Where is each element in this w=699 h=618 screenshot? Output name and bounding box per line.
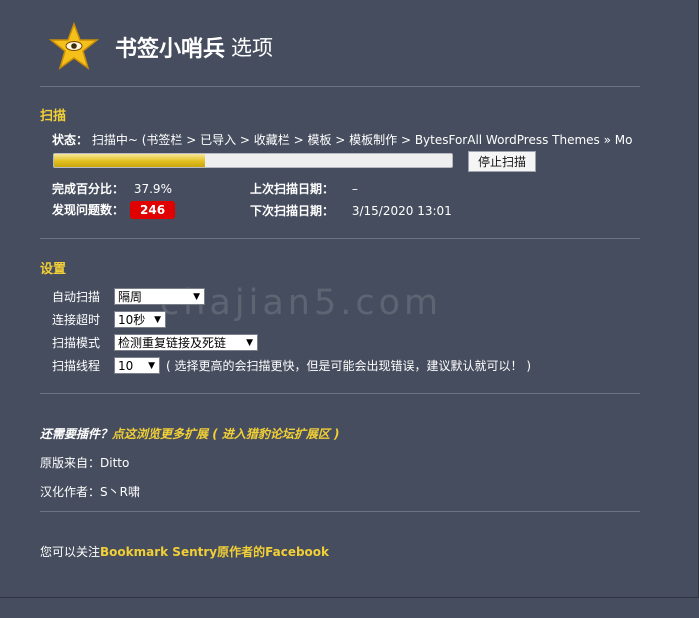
original-source: 原版来自：Ditto bbox=[40, 456, 130, 470]
issues-label: 发现问题数： bbox=[52, 203, 125, 217]
status-text: 扫描中~ (书签栏 > 已导入 > 收藏栏 > 模板 > 模板制作 > Byte… bbox=[91, 133, 632, 147]
page-title: 书签小哨兵 bbox=[115, 37, 226, 62]
auto-scan-value: 隔周 bbox=[118, 290, 143, 304]
divider bbox=[40, 238, 640, 239]
next-scan-row: 下次扫描日期： 3/15/2020 13:01 bbox=[250, 202, 452, 219]
threads-select[interactable]: 10 ▼ bbox=[114, 357, 160, 374]
dropdown-arrow-icon: ▼ bbox=[154, 314, 161, 325]
timeout-label: 连接超时 bbox=[52, 313, 101, 327]
scan-mode-label: 扫描模式 bbox=[52, 336, 101, 350]
follow-row: 您可以关注Bookmark Sentry原作者的Facebook bbox=[40, 543, 329, 560]
facebook-link[interactable]: Bookmark Sentry原作者的Facebook bbox=[100, 545, 329, 559]
stop-scan-button[interactable]: 停止扫描 bbox=[468, 151, 536, 172]
auto-scan-row: 自动扫描 隔周 ▼ bbox=[52, 288, 205, 305]
last-scan-label: 上次扫描日期： bbox=[250, 182, 335, 196]
page-subtitle: 选项 bbox=[231, 36, 274, 60]
scan-progress-bar bbox=[53, 153, 453, 168]
last-scan-row: 上次扫描日期： – bbox=[250, 180, 358, 197]
percent-row: 完成百分比： 37.9% bbox=[52, 180, 172, 197]
scan-status: 状态： 扫描中~ (书签栏 > 已导入 > 收藏栏 > 模板 > 模板制作 > … bbox=[52, 131, 632, 148]
threads-row: 扫描线程 10 ▼ ( 选择更高的会扫描更快，但是可能会出现错误，建议默认就可以！… bbox=[52, 357, 531, 374]
translator-credit: 汉化作者：S丶R啸 bbox=[40, 485, 140, 499]
last-scan-value: – bbox=[351, 182, 358, 196]
scan-section-title: 扫描 bbox=[40, 109, 67, 124]
progress-fill bbox=[54, 154, 205, 167]
auto-scan-select[interactable]: 隔周 ▼ bbox=[114, 288, 205, 305]
next-scan-value: 3/15/2020 13:01 bbox=[351, 204, 452, 218]
divider bbox=[40, 511, 640, 512]
issues-count-badge: 246 bbox=[130, 201, 176, 219]
star-eye-icon bbox=[49, 22, 99, 70]
timeout-row: 连接超时 10秒 ▼ bbox=[52, 311, 166, 328]
scan-mode-value: 检测重复链接及死链 bbox=[118, 336, 227, 350]
threads-label: 扫描线程 bbox=[52, 359, 101, 373]
next-scan-label: 下次扫描日期： bbox=[250, 204, 335, 218]
issues-row: 发现问题数： 246 bbox=[52, 201, 176, 219]
divider bbox=[40, 86, 640, 87]
follow-prefix: 您可以关注 bbox=[40, 545, 101, 559]
timeout-value: 10秒 bbox=[118, 313, 146, 327]
scan-mode-select[interactable]: 检测重复链接及死链 ▼ bbox=[114, 334, 258, 351]
status-label: 状态： bbox=[52, 133, 89, 147]
threads-note: ( 选择更高的会扫描更快，但是可能会出现错误，建议默认就可以！ ) bbox=[166, 359, 531, 373]
percent-value: 37.9% bbox=[133, 182, 172, 196]
divider bbox=[40, 393, 640, 394]
more-question: 还需要插件？ bbox=[40, 427, 113, 441]
more-extensions-link[interactable]: 点这浏览更多扩展 ( 进入猎豹论坛扩展区 ) bbox=[112, 427, 340, 441]
auto-scan-label: 自动扫描 bbox=[52, 290, 101, 304]
more-extensions: 还需要插件？点这浏览更多扩展 ( 进入猎豹论坛扩展区 ) bbox=[40, 425, 340, 442]
settings-section-title: 设置 bbox=[40, 262, 67, 277]
timeout-select[interactable]: 10秒 ▼ bbox=[114, 311, 166, 328]
dropdown-arrow-icon: ▼ bbox=[193, 291, 200, 302]
threads-value: 10 bbox=[118, 358, 134, 373]
page-header: 书签小哨兵 选项 bbox=[49, 22, 273, 72]
dropdown-arrow-icon: ▼ bbox=[246, 337, 253, 348]
percent-label: 完成百分比： bbox=[52, 182, 125, 196]
dropdown-arrow-icon: ▼ bbox=[148, 360, 155, 371]
scan-mode-row: 扫描模式 检测重复链接及死链 ▼ bbox=[52, 334, 258, 351]
